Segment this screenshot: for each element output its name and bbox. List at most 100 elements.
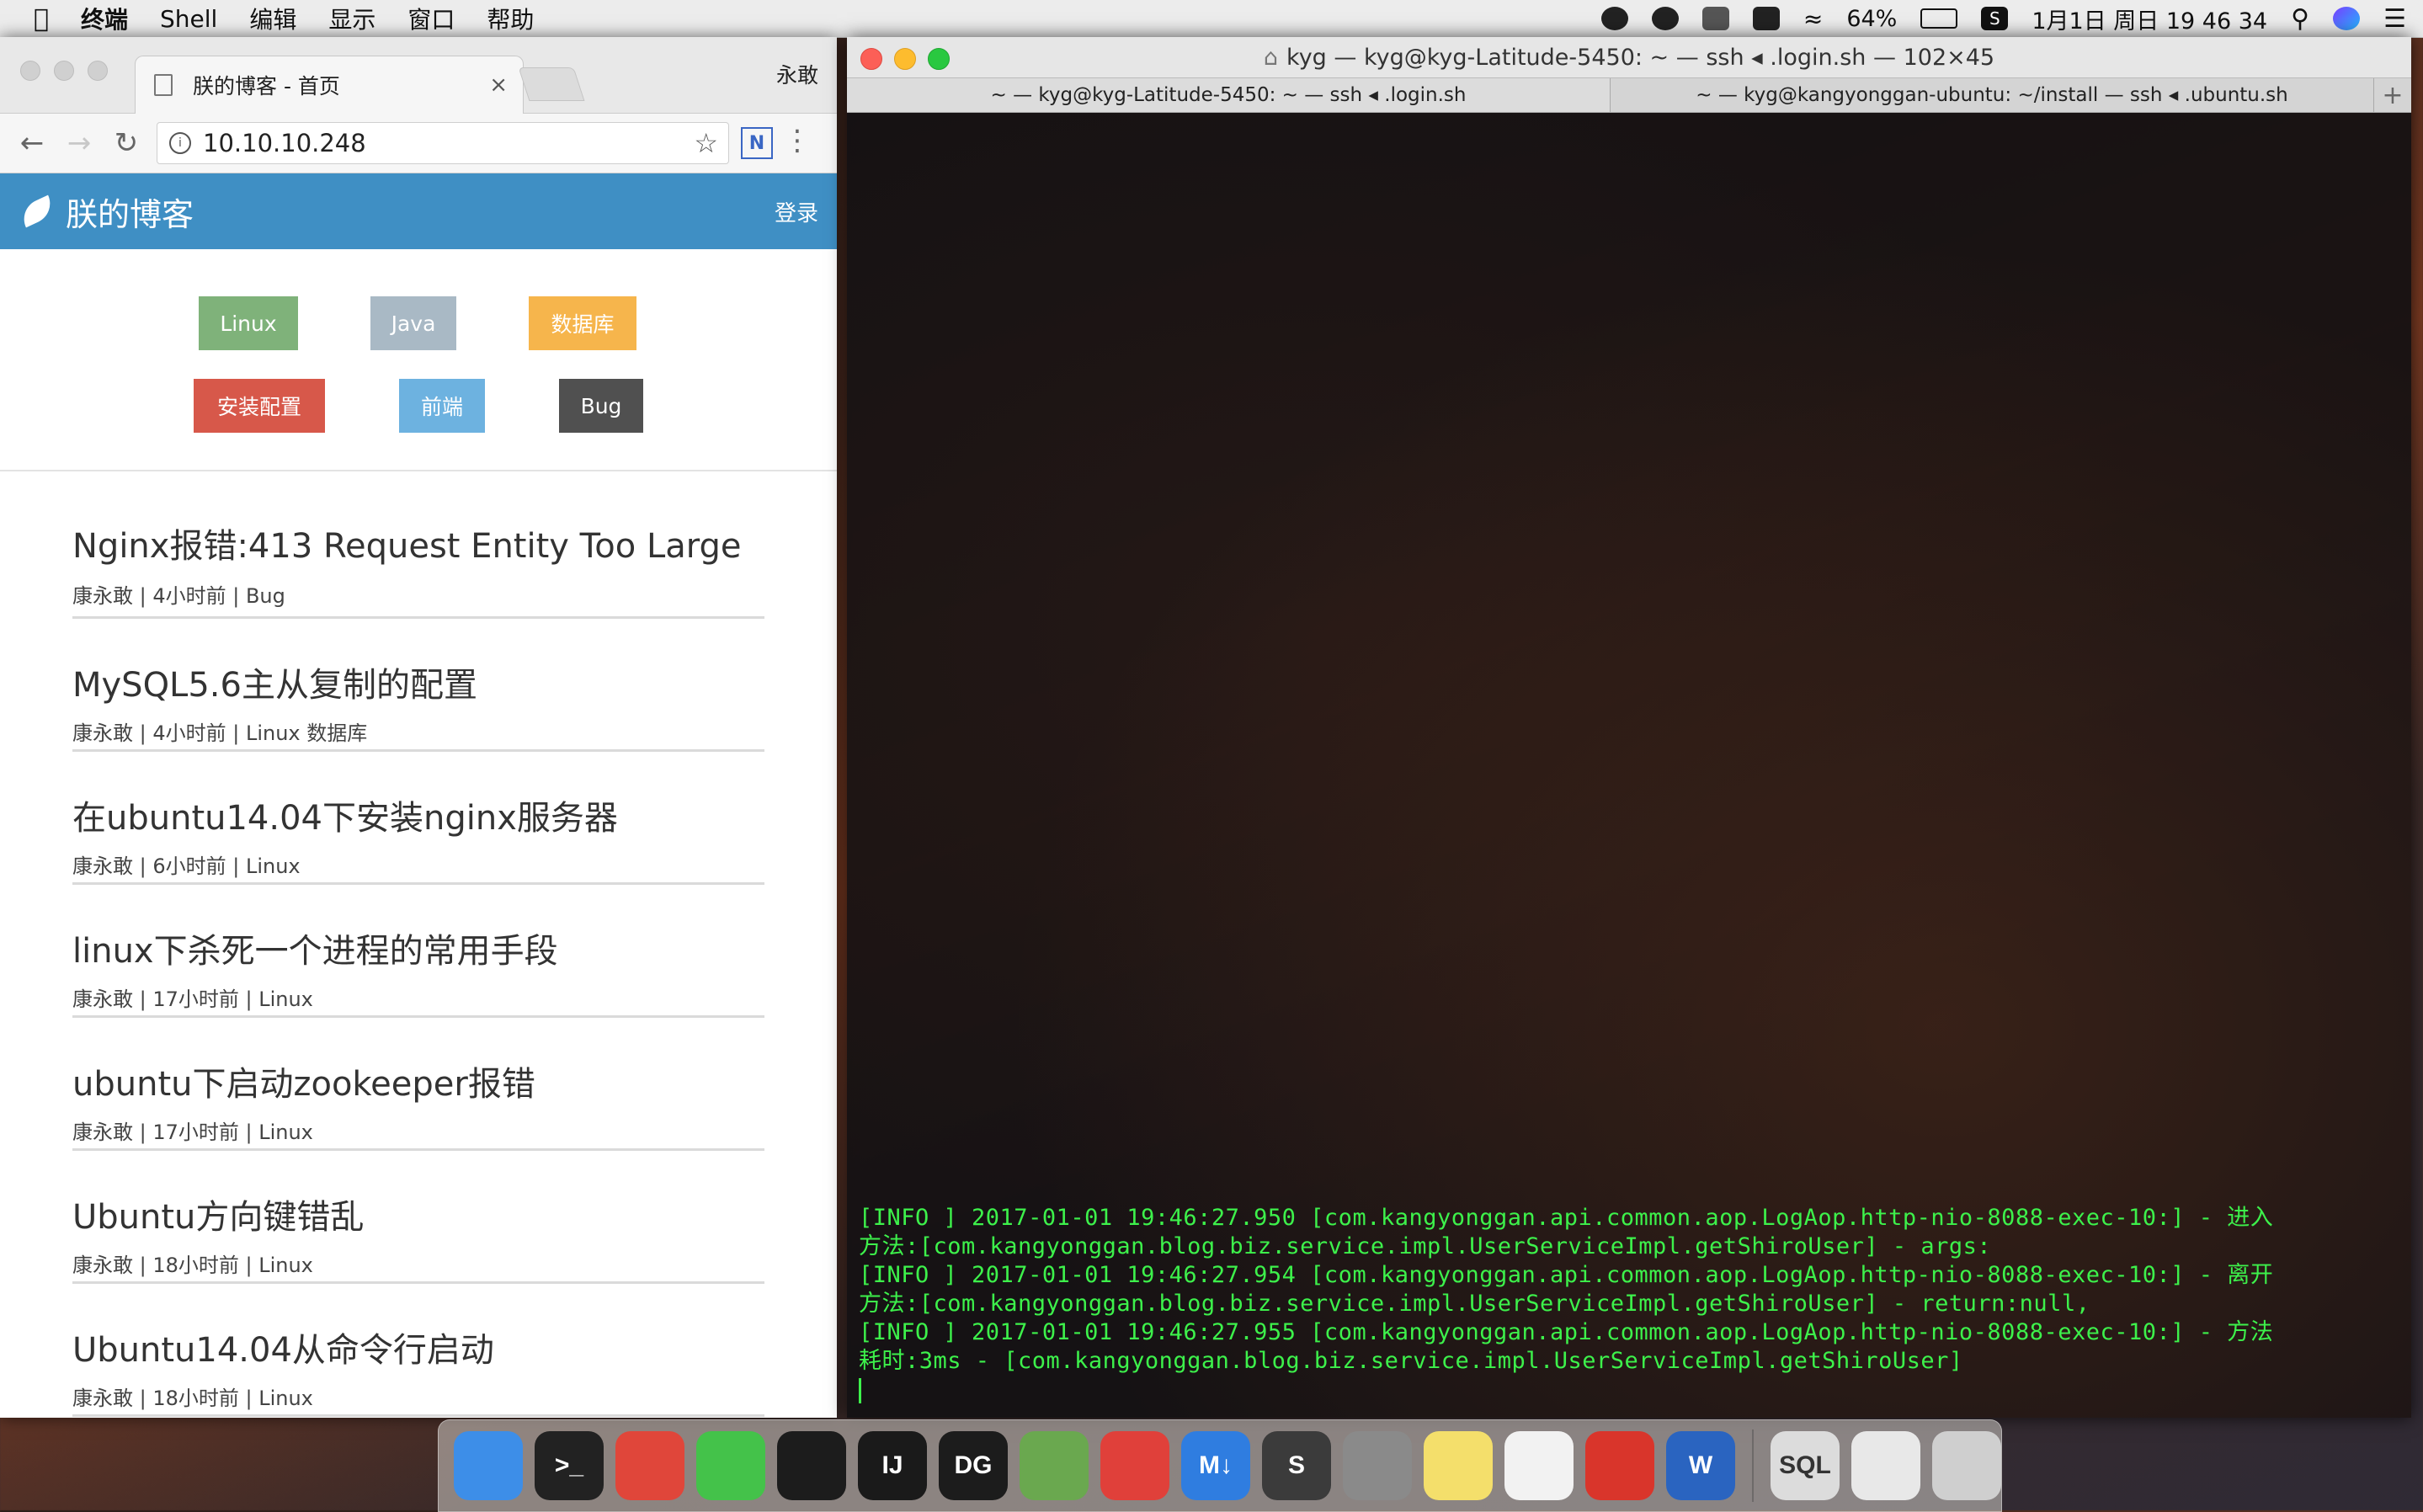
menu-view[interactable]: 显示	[328, 2, 375, 35]
terminal-tab-1[interactable]: ~ — kyg@kyg-Latitude-5450: ~ — ssh ◂ .lo…	[847, 78, 1611, 112]
battery-icon[interactable]	[1920, 8, 1958, 29]
window-close-button[interactable]	[20, 61, 40, 81]
list-item: ubuntu下启动zookeeper报错 康永敢 | 17小时前 | Linux	[72, 1018, 764, 1151]
login-link[interactable]: 登录	[775, 196, 818, 227]
terminal-tab-2[interactable]: ~ — kyg@kangyonggan-ubuntu: ~/install — …	[1611, 78, 2374, 112]
tag-frontend[interactable]: 前端	[399, 379, 485, 433]
tag-cloud: Linux Java 数据库 安装配置 前端 Bug	[0, 249, 837, 471]
menu-window[interactable]: 窗口	[407, 2, 455, 35]
battery-percent: 64%	[1846, 5, 1898, 32]
profile-button[interactable]: 永敢	[776, 59, 818, 89]
post-meta: 康永敢 | 17小时前 | Linux	[72, 988, 313, 1011]
wechat-status-icon[interactable]	[1651, 7, 1679, 30]
markdown-icon[interactable]: M↓	[1181, 1431, 1250, 1500]
new-terminal-tab-button[interactable]: +	[2374, 78, 2411, 112]
apple-menu-icon[interactable]: 	[34, 4, 49, 34]
chrome-icon[interactable]	[615, 1431, 684, 1500]
memory-monitor-icon[interactable]	[1752, 7, 1780, 30]
leaf-logo-icon	[17, 194, 57, 228]
tag-java[interactable]: Java	[370, 296, 456, 350]
post-title-link[interactable]: Ubuntu14.04从命令行启动	[72, 1323, 494, 1371]
forward-arrow-icon[interactable]: →	[64, 126, 94, 160]
list-item: Ubuntu方向键错乱 康永敢 | 18小时前 | Linux	[72, 1151, 764, 1284]
terminal-zoom-button[interactable]	[928, 48, 950, 70]
netease-music-icon[interactable]	[1585, 1431, 1654, 1500]
tag-bug[interactable]: Bug	[559, 379, 643, 433]
extension-icon[interactable]: N	[741, 127, 773, 159]
browser-tab-active[interactable]: 朕的博客 - 首页 ×	[135, 56, 524, 114]
qq-status-icon[interactable]	[1600, 7, 1628, 30]
post-title-link[interactable]: 在ubuntu14.04下安装nginx服务器	[72, 791, 618, 839]
notification-center-icon[interactable]: ☰	[2383, 4, 2406, 34]
system-preferences-icon[interactable]	[1343, 1431, 1412, 1500]
tag-install-config[interactable]: 安装配置	[194, 379, 325, 433]
sogou-input-icon[interactable]: S	[1981, 7, 2009, 30]
window-manager-icon[interactable]	[1701, 7, 1729, 30]
menu-edit[interactable]: 编辑	[249, 2, 296, 35]
git-client-icon[interactable]	[1100, 1431, 1169, 1500]
terminal-line: 方法:[com.kangyonggan.blog.biz.service.imp…	[859, 1233, 1992, 1259]
blog-navbar: 朕的博客 登录	[0, 173, 837, 249]
browser-menu-icon[interactable]: ⋮	[783, 124, 812, 157]
post-title-link[interactable]: MySQL5.6主从复制的配置	[72, 658, 477, 706]
intellij-icon[interactable]: IJ	[858, 1431, 927, 1500]
trash-icon[interactable]	[1932, 1431, 2001, 1500]
window-minimize-button[interactable]	[54, 61, 74, 81]
url-text[interactable]: 10.10.10.248	[203, 129, 366, 157]
wifi-icon[interactable]: ≈	[1803, 5, 1823, 33]
site-title[interactable]: 朕的博客	[66, 189, 194, 235]
post-title-link[interactable]: Ubuntu方向键错乱	[72, 1190, 364, 1238]
list-item: linux下杀死一个进程的常用手段 康永敢 | 17小时前 | Linux	[72, 885, 764, 1018]
tag-database[interactable]: 数据库	[529, 296, 636, 350]
notes-icon[interactable]	[1424, 1431, 1493, 1500]
window-zoom-button[interactable]	[88, 61, 108, 81]
post-meta: 康永敢 | 18小时前 | Linux	[72, 1254, 313, 1277]
post-list: Nginx报错:413 Request Entity Too Large 康永敢…	[0, 471, 837, 1417]
wechat-icon[interactable]	[696, 1431, 765, 1500]
terminal-line: [INFO ] 2017-01-01 19:46:27.955 [com.kan…	[859, 1319, 2274, 1345]
post-title-link[interactable]: linux下杀死一个进程的常用手段	[72, 924, 558, 972]
finder-icon[interactable]	[454, 1431, 523, 1500]
chrome-doc-icon[interactable]	[1851, 1431, 1920, 1500]
new-tab-button[interactable]	[518, 67, 585, 101]
back-arrow-icon[interactable]: ←	[17, 126, 47, 160]
sublime-icon[interactable]: S	[1262, 1431, 1331, 1500]
tab-close-icon[interactable]: ×	[489, 72, 508, 98]
post-meta: 康永敢 | 17小时前 | Linux	[72, 1121, 313, 1144]
menu-terminal[interactable]: 终端	[81, 2, 128, 35]
android-studio-icon[interactable]	[1020, 1431, 1089, 1500]
list-item: Nginx报错:413 Request Entity Too Large 康永敢…	[72, 471, 764, 619]
tag-linux[interactable]: Linux	[199, 296, 298, 350]
menu-shell[interactable]: Shell	[160, 5, 217, 33]
terminal-close-button[interactable]	[860, 48, 882, 70]
word-icon[interactable]: W	[1666, 1431, 1735, 1500]
address-bar[interactable]: i 10.10.10.248 ☆	[157, 122, 729, 164]
terminal-icon[interactable]: >_	[535, 1431, 604, 1500]
post-title-link[interactable]: ubuntu下启动zookeeper报错	[72, 1057, 535, 1105]
site-info-icon[interactable]: i	[169, 132, 191, 154]
terminal-line: [INFO ] 2017-01-01 19:46:27.950 [com.kan…	[859, 1205, 2274, 1231]
page-icon	[154, 74, 173, 96]
bookmark-star-icon[interactable]: ☆	[694, 127, 718, 159]
list-item: Ubuntu14.04从命令行启动 康永敢 | 18小时前 | Linux	[72, 1284, 764, 1417]
datagrip-icon[interactable]: DG	[939, 1431, 1008, 1500]
terminal-line: [INFO ] 2017-01-01 19:46:27.954 [com.kan…	[859, 1262, 2274, 1288]
dock-separator	[1752, 1429, 1754, 1502]
terminal-output[interactable]: [INFO ] 2017-01-01 19:46:27.950 [com.kan…	[859, 1204, 2394, 1404]
home-folder-icon: ⌂	[1263, 44, 1279, 71]
terminal-cursor	[859, 1377, 861, 1403]
reload-icon[interactable]: ↻	[111, 126, 141, 160]
tab-title: 朕的博客 - 首页	[193, 74, 340, 98]
post-title-link[interactable]: Nginx报错:413 Request Entity Too Large	[72, 519, 742, 567]
spotlight-search-icon[interactable]: ⚲	[2291, 4, 2309, 34]
sql-file-icon[interactable]: SQL	[1771, 1431, 1840, 1500]
menu-clock[interactable]: 1月1日 周日 19 46 34	[2032, 3, 2267, 35]
qq-icon[interactable]	[777, 1431, 846, 1500]
menu-help[interactable]: 帮助	[487, 2, 534, 35]
post-meta: 康永敢 | 4小时前 | Bug	[72, 584, 285, 608]
siri-icon[interactable]	[2333, 7, 2361, 30]
browser-toolbar: ← → ↻ i 10.10.10.248 ☆ N ⋮	[0, 114, 837, 173]
terminal-window-title: kyg — kyg@kyg-Latitude-5450: ~ — ssh ◂ .…	[1286, 44, 1995, 71]
reminders-icon[interactable]	[1504, 1431, 1574, 1500]
terminal-minimize-button[interactable]	[894, 48, 916, 70]
